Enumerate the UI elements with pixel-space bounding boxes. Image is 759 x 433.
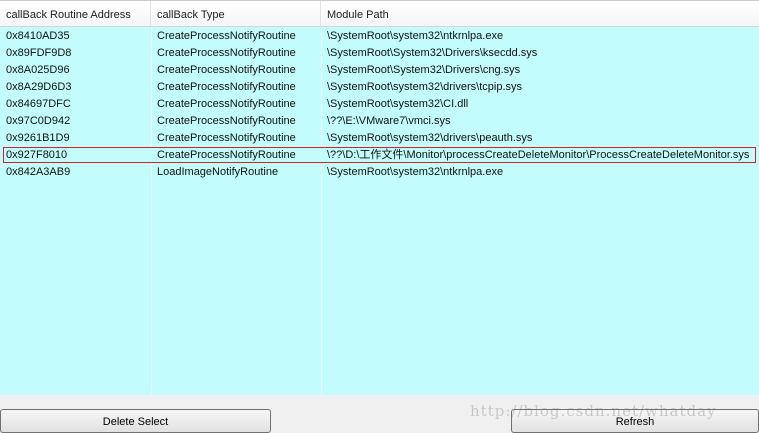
- list-header: callBack Routine Address callBack Type M…: [0, 1, 759, 27]
- row-address-cell: 0x9261B1D9: [6, 132, 70, 144]
- row-address-cell: 0x8A025D96: [6, 64, 70, 76]
- row-path-cell: \SystemRoot\system32\ntkrnlpa.exe: [327, 166, 504, 178]
- row-path-cell: \SystemRoot\system32\drivers\peauth.sys: [327, 132, 533, 144]
- table-row[interactable]: 0x842A3AB9 LoadImageNotifyRoutine \SystemR…: [0, 164, 759, 181]
- row-address-cell: 0x97C0D942: [6, 115, 71, 127]
- row-address-cell: 0x8410AD35: [6, 30, 70, 42]
- callback-list-view[interactable]: callBack Routine Address callBack Type M…: [0, 0, 759, 395]
- row-type-cell: CreateProcessNotifyRoutine: [157, 115, 296, 127]
- delete-select-button[interactable]: Delete Select: [0, 409, 271, 433]
- row-path-cell: \SystemRoot\system32\CI.dll: [327, 98, 469, 110]
- row-type-cell: CreateProcessNotifyRoutine: [157, 98, 296, 110]
- row-path-cell: \SystemRoot\System32\Drivers\ksecdd.sys: [327, 47, 538, 59]
- row-type-cell: CreateProcessNotifyRoutine: [157, 132, 296, 144]
- table-row[interactable]: 0x9261B1D9 CreateProcessNotifyRoutine \Sys…: [0, 130, 759, 147]
- table-row[interactable]: 0x8A29D6D3 CreateProcessNotifyRoutine \Sys…: [0, 79, 759, 96]
- row-type-cell: LoadImageNotifyRoutine: [157, 166, 279, 178]
- refresh-button[interactable]: Refresh: [511, 409, 759, 433]
- column-header-type[interactable]: callBack Type: [151, 1, 321, 26]
- row-type-cell: CreateProcessNotifyRoutine: [157, 81, 296, 93]
- row-type-cell: CreateProcessNotifyRoutine: [157, 64, 296, 76]
- row-path-cell: \??\E:\VMware7\vmci.sys: [327, 115, 451, 127]
- row-path-cell: \SystemRoot\System32\Drivers\cng.sys: [327, 64, 521, 76]
- table-row[interactable]: 0x8A025D96 CreateProcessNotifyRoutine \Sys…: [0, 62, 759, 79]
- row-path-cell: \SystemRoot\system32\drivers\tcpip.sys: [327, 81, 523, 93]
- row-type-cell: CreateProcessNotifyRoutine: [157, 47, 296, 59]
- row-address-cell: 0x927F8010: [6, 149, 68, 161]
- table-row[interactable]: 0x8410AD35 CreateProcessNotifyRoutine \Sys…: [0, 28, 759, 45]
- column-header-address[interactable]: callBack Routine Address: [0, 1, 151, 26]
- table-row[interactable]: 0x89FDF9D8 CreateProcessNotifyRoutine \Sys…: [0, 45, 759, 62]
- row-address-cell: 0x842A3AB9: [6, 166, 71, 178]
- table-row[interactable]: 0x927F8010 CreateProcessNotifyRoutine \??\…: [0, 147, 759, 164]
- row-address-cell: 0x84697DFC: [6, 98, 71, 110]
- row-type-cell: CreateProcessNotifyRoutine: [157, 149, 296, 161]
- row-address-cell: 0x8A29D6D3: [6, 81, 72, 93]
- table-row[interactable]: 0x84697DFC CreateProcessNotifyRoutine \Sys…: [0, 96, 759, 113]
- table-row[interactable]: 0x97C0D942 CreateProcessNotifyRoutine \??\…: [0, 113, 759, 130]
- callback-monitor-window: callBack Routine Address callBack Type M…: [0, 0, 759, 433]
- row-path-cell: \SystemRoot\system32\ntkrnlpa.exe: [327, 30, 504, 42]
- row-type-cell: CreateProcessNotifyRoutine: [157, 30, 296, 42]
- column-header-path[interactable]: Module Path: [321, 1, 759, 26]
- row-path-cell: \??\D:\工作文件\Monitor\processCreateDeleteM…: [327, 149, 750, 161]
- row-address-cell: 0x89FDF9D8: [6, 47, 72, 59]
